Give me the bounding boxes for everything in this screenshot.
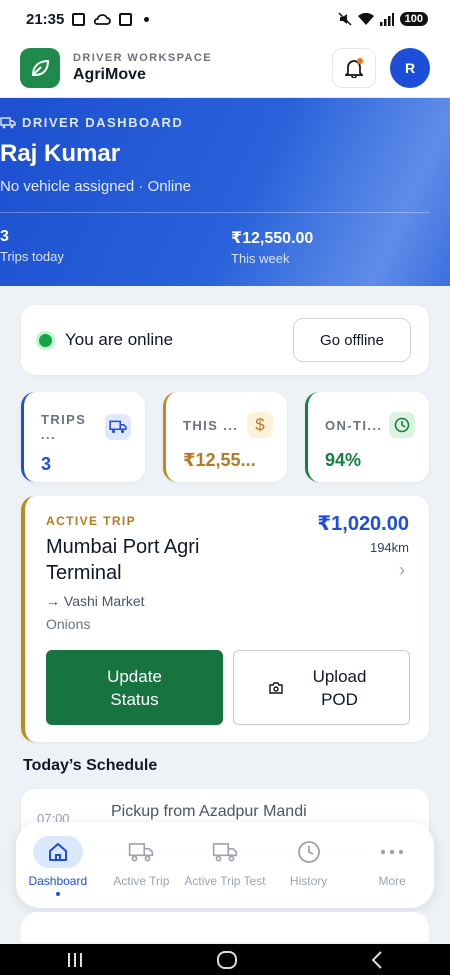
truck-icon: [0, 116, 16, 128]
nav-history[interactable]: History: [269, 836, 349, 908]
status-bar: 21:35 100: [0, 0, 450, 38]
hero-eyebrow: DRIVER DASHBOARD: [0, 115, 183, 130]
online-status-text: You are online: [65, 330, 174, 349]
trip-destination: → Vashi Market: [46, 593, 145, 609]
hero-stat-week: ₹12,550.00 This week: [231, 228, 313, 266]
avatar[interactable]: R: [390, 47, 430, 88]
nav-active-trip-test[interactable]: Active Trip Test: [184, 836, 266, 908]
screen-record-icon: [72, 12, 86, 26]
workspace-label: DRIVER WORKSPACE: [73, 51, 212, 64]
stat-card-value: 94%: [325, 450, 362, 470]
next-card-peek: [21, 912, 429, 942]
upload-pod-label: Upload POD: [312, 666, 367, 709]
truck-icon: [105, 414, 131, 440]
update-status-label: Update Status: [107, 666, 162, 709]
trip-amount: ₹1,020.00: [317, 513, 409, 535]
nav-label: Dashboard: [28, 874, 88, 888]
nav-label: More: [378, 874, 406, 888]
truck-icon: [116, 836, 166, 868]
active-indicator: [55, 892, 60, 896]
stat-card-earnings[interactable]: THIS ... $ ₹12,55...: [163, 392, 287, 482]
signal-icon: [379, 12, 394, 26]
nav-label: Active Trip Test: [184, 874, 266, 888]
stat-card-label: THIS ...: [183, 417, 239, 433]
online-status-card: You are online Go offline: [21, 305, 429, 375]
battery-icon: 100: [399, 12, 428, 26]
more-icon: [367, 836, 417, 868]
hero-stat-value: ₹12,550.00: [231, 230, 314, 247]
stat-card-label: TRIPS ...: [41, 412, 87, 442]
chevron-right-icon[interactable]: ›: [399, 560, 405, 581]
notification-badge: [357, 57, 363, 64]
stat-card-value: 3: [41, 454, 52, 474]
cloud-icon: [94, 14, 112, 25]
mute-icon: [338, 12, 352, 26]
nav-label: Active Trip: [113, 874, 170, 888]
leaf-logo-icon: [20, 47, 60, 88]
hero-eyebrow-text: DRIVER DASHBOARD: [22, 115, 184, 130]
hero-divider: [0, 212, 430, 213]
go-offline-button[interactable]: Go offline: [293, 318, 411, 362]
stat-card-on-time[interactable]: ON-TI... 94%: [305, 392, 429, 482]
active-trip-card[interactable]: ACTIVE TRIP Mumbai Port Agri Terminal ₹1…: [21, 496, 429, 742]
nav-label: History: [289, 874, 328, 888]
camera-icon: [268, 681, 283, 694]
system-nav-bar: [0, 944, 450, 975]
dollar-icon: $: [247, 412, 273, 438]
hero-stat-value: 3: [0, 228, 9, 245]
clock-icon: [284, 836, 334, 868]
hero-stat-label: Trips today: [0, 249, 64, 264]
hero-stat-label: This week: [231, 251, 290, 266]
stat-card-label: ON-TI...: [325, 417, 383, 433]
home-button-icon[interactable]: [216, 950, 238, 970]
recents-icon[interactable]: [66, 951, 84, 969]
wifi-icon: [357, 12, 374, 25]
back-icon[interactable]: [370, 950, 384, 970]
app-header: DRIVER WORKSPACE AgriMove R: [0, 38, 450, 98]
truck-icon: [200, 836, 250, 868]
dashboard-hero: DRIVER DASHBOARD Raj Kumar No vehicle as…: [0, 98, 450, 286]
nav-more[interactable]: More: [352, 836, 432, 908]
check-notification-icon: [119, 12, 133, 26]
active-trip-eyebrow: ACTIVE TRIP: [46, 514, 137, 528]
stat-card-value: ₹12,55...: [183, 450, 256, 470]
nav-dashboard[interactable]: Dashboard: [18, 836, 98, 908]
update-status-button[interactable]: Update Status: [46, 650, 223, 725]
trip-distance: 194km: [369, 540, 409, 555]
trip-origin: Mumbai Port Agri Terminal: [46, 536, 200, 584]
brand: DRIVER WORKSPACE AgriMove: [73, 52, 212, 84]
nav-active-trip[interactable]: Active Trip: [101, 836, 181, 908]
upload-pod-button[interactable]: Upload POD: [233, 650, 410, 725]
schedule-title: Today’s Schedule: [23, 757, 158, 774]
notification-dot-icon: [144, 16, 150, 22]
notifications-button[interactable]: [332, 47, 376, 88]
hero-stat-trips: 3 Trips today: [0, 228, 64, 264]
online-indicator: [39, 333, 52, 347]
status-time: 21:35: [26, 10, 65, 28]
schedule-title-text: Pickup from Azadpur Mandi: [111, 803, 307, 820]
stat-card-trips[interactable]: TRIPS ... 3: [21, 392, 145, 482]
app-name: AgriMove: [73, 65, 146, 83]
driver-name: Raj Kumar: [0, 140, 121, 167]
clock-icon: [389, 412, 415, 438]
trip-crop: Onions: [46, 616, 91, 632]
home-icon: [32, 836, 83, 868]
bottom-nav: Dashboard Active Trip Active Trip Test H…: [16, 822, 434, 908]
driver-status-line: No vehicle assigned · Online: [0, 178, 191, 195]
